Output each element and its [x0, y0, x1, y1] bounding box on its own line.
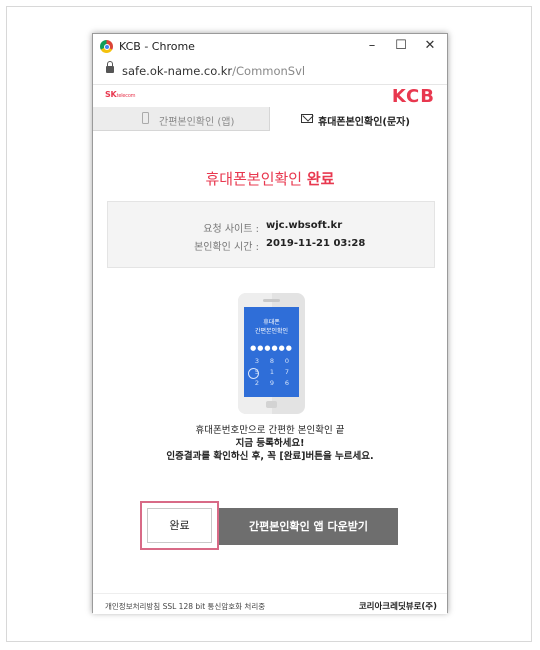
- description-line1: 휴대폰번호만으로 간편한 본인확인 끝: [195, 425, 345, 436]
- tab-sms-label: 휴대폰본인확인(문자): [318, 117, 410, 128]
- kcb-logo: KCB: [391, 86, 435, 107]
- description-line3: 인증결과를 확인하신 후, 꼭 [완료]버튼을 누르세요.: [166, 451, 374, 462]
- phone-icon: [142, 112, 149, 124]
- url-host: safe.ok-name.co.kr: [122, 64, 233, 78]
- request-site-value: wjc.wbsoft.kr: [266, 220, 343, 231]
- page-content: SKtelecom KCB 간편본인확인 (앱) 휴대폰본인확인(문자) 휴대폰…: [93, 85, 447, 614]
- download-app-button[interactable]: 간편본인확인 앱 다운받기: [219, 508, 398, 545]
- sk-telecom-logo: SKtelecom: [105, 90, 136, 99]
- keypad-key: 3: [254, 357, 260, 365]
- tab-bar: 간편본인확인 (앱) 휴대폰본인확인(문자): [93, 107, 447, 131]
- keypad-key: 6: [284, 379, 290, 387]
- page-header: SKtelecom KCB: [93, 85, 447, 108]
- page-footer: 개인정보처리방침 SSL 128 bit 통신암호화 처리중 코리아크레딧뷰로(…: [93, 593, 447, 614]
- phone-illustration: 휴대폰 간편본인확인 ●●●●●● 3 8 0 5 1 7 2 9 6: [238, 293, 305, 414]
- phone-speaker: [263, 299, 280, 302]
- page-title: 휴대폰본인확인 완료: [93, 168, 447, 189]
- footer-company: 코리아크레딧뷰로(주): [358, 602, 437, 612]
- keypad-key: 5: [254, 368, 260, 376]
- verification-info-box: 요청 사이트 : wjc.wbsoft.kr 본인확인 시간 : 2019-11…: [107, 201, 435, 268]
- browser-window: KCB - Chrome – ☐ ✕ safe.ok-name.co.kr/Co…: [92, 33, 448, 614]
- keypad-key: 8: [269, 357, 275, 365]
- verify-time-label: 본인확인 시간 :: [194, 242, 259, 253]
- description-line2: 지금 등록하세요!: [235, 438, 305, 449]
- keypad-key: 1: [269, 368, 275, 376]
- url-path: /CommonSvl: [232, 64, 306, 78]
- phone-screen: 휴대폰 간편본인확인 ●●●●●● 3 8 0 5 1 7 2 9 6: [244, 307, 299, 397]
- close-button[interactable]: ✕: [416, 36, 444, 56]
- chrome-icon: [100, 40, 113, 53]
- tab-app-label: 간편본인확인 (앱): [159, 117, 235, 128]
- lock-icon: [106, 61, 114, 73]
- keypad-key: 0: [284, 357, 290, 365]
- phone-screen-dots: ●●●●●●: [250, 344, 293, 352]
- tab-sms-verification[interactable]: 휴대폰본인확인(문자): [269, 107, 447, 131]
- url-text[interactable]: safe.ok-name.co.kr/CommonSvl: [122, 64, 305, 78]
- sk-logo-sub: telecom: [116, 93, 136, 99]
- tab-app-verification[interactable]: 간편본인확인 (앱): [93, 107, 269, 131]
- phone-home-button: [266, 401, 277, 408]
- minimize-button[interactable]: –: [358, 36, 386, 56]
- maximize-button[interactable]: ☐: [387, 36, 415, 56]
- title-bar: KCB - Chrome – ☐ ✕: [93, 34, 447, 60]
- keypad-key: 9: [269, 379, 275, 387]
- title-bold: 완료: [306, 170, 335, 188]
- phone-screen-line1: 휴대폰: [263, 319, 280, 326]
- title-normal: 휴대폰본인확인: [205, 170, 307, 188]
- footer-privacy-ssl[interactable]: 개인정보처리방침 SSL 128 bit 통신암호화 처리중: [105, 601, 265, 612]
- window-title: KCB - Chrome: [119, 40, 195, 53]
- verify-time-value: 2019-11-21 03:28: [266, 238, 366, 249]
- sk-logo-text: SK: [105, 90, 117, 99]
- mail-icon: [301, 114, 313, 123]
- request-site-label: 요청 사이트 :: [203, 224, 259, 235]
- keypad-key: 2: [254, 379, 260, 387]
- phone-screen-line2: 간편본인확인: [254, 328, 289, 335]
- done-button-highlight: 완료: [140, 501, 219, 550]
- keypad-key: 7: [284, 368, 290, 376]
- done-button[interactable]: 완료: [147, 508, 212, 543]
